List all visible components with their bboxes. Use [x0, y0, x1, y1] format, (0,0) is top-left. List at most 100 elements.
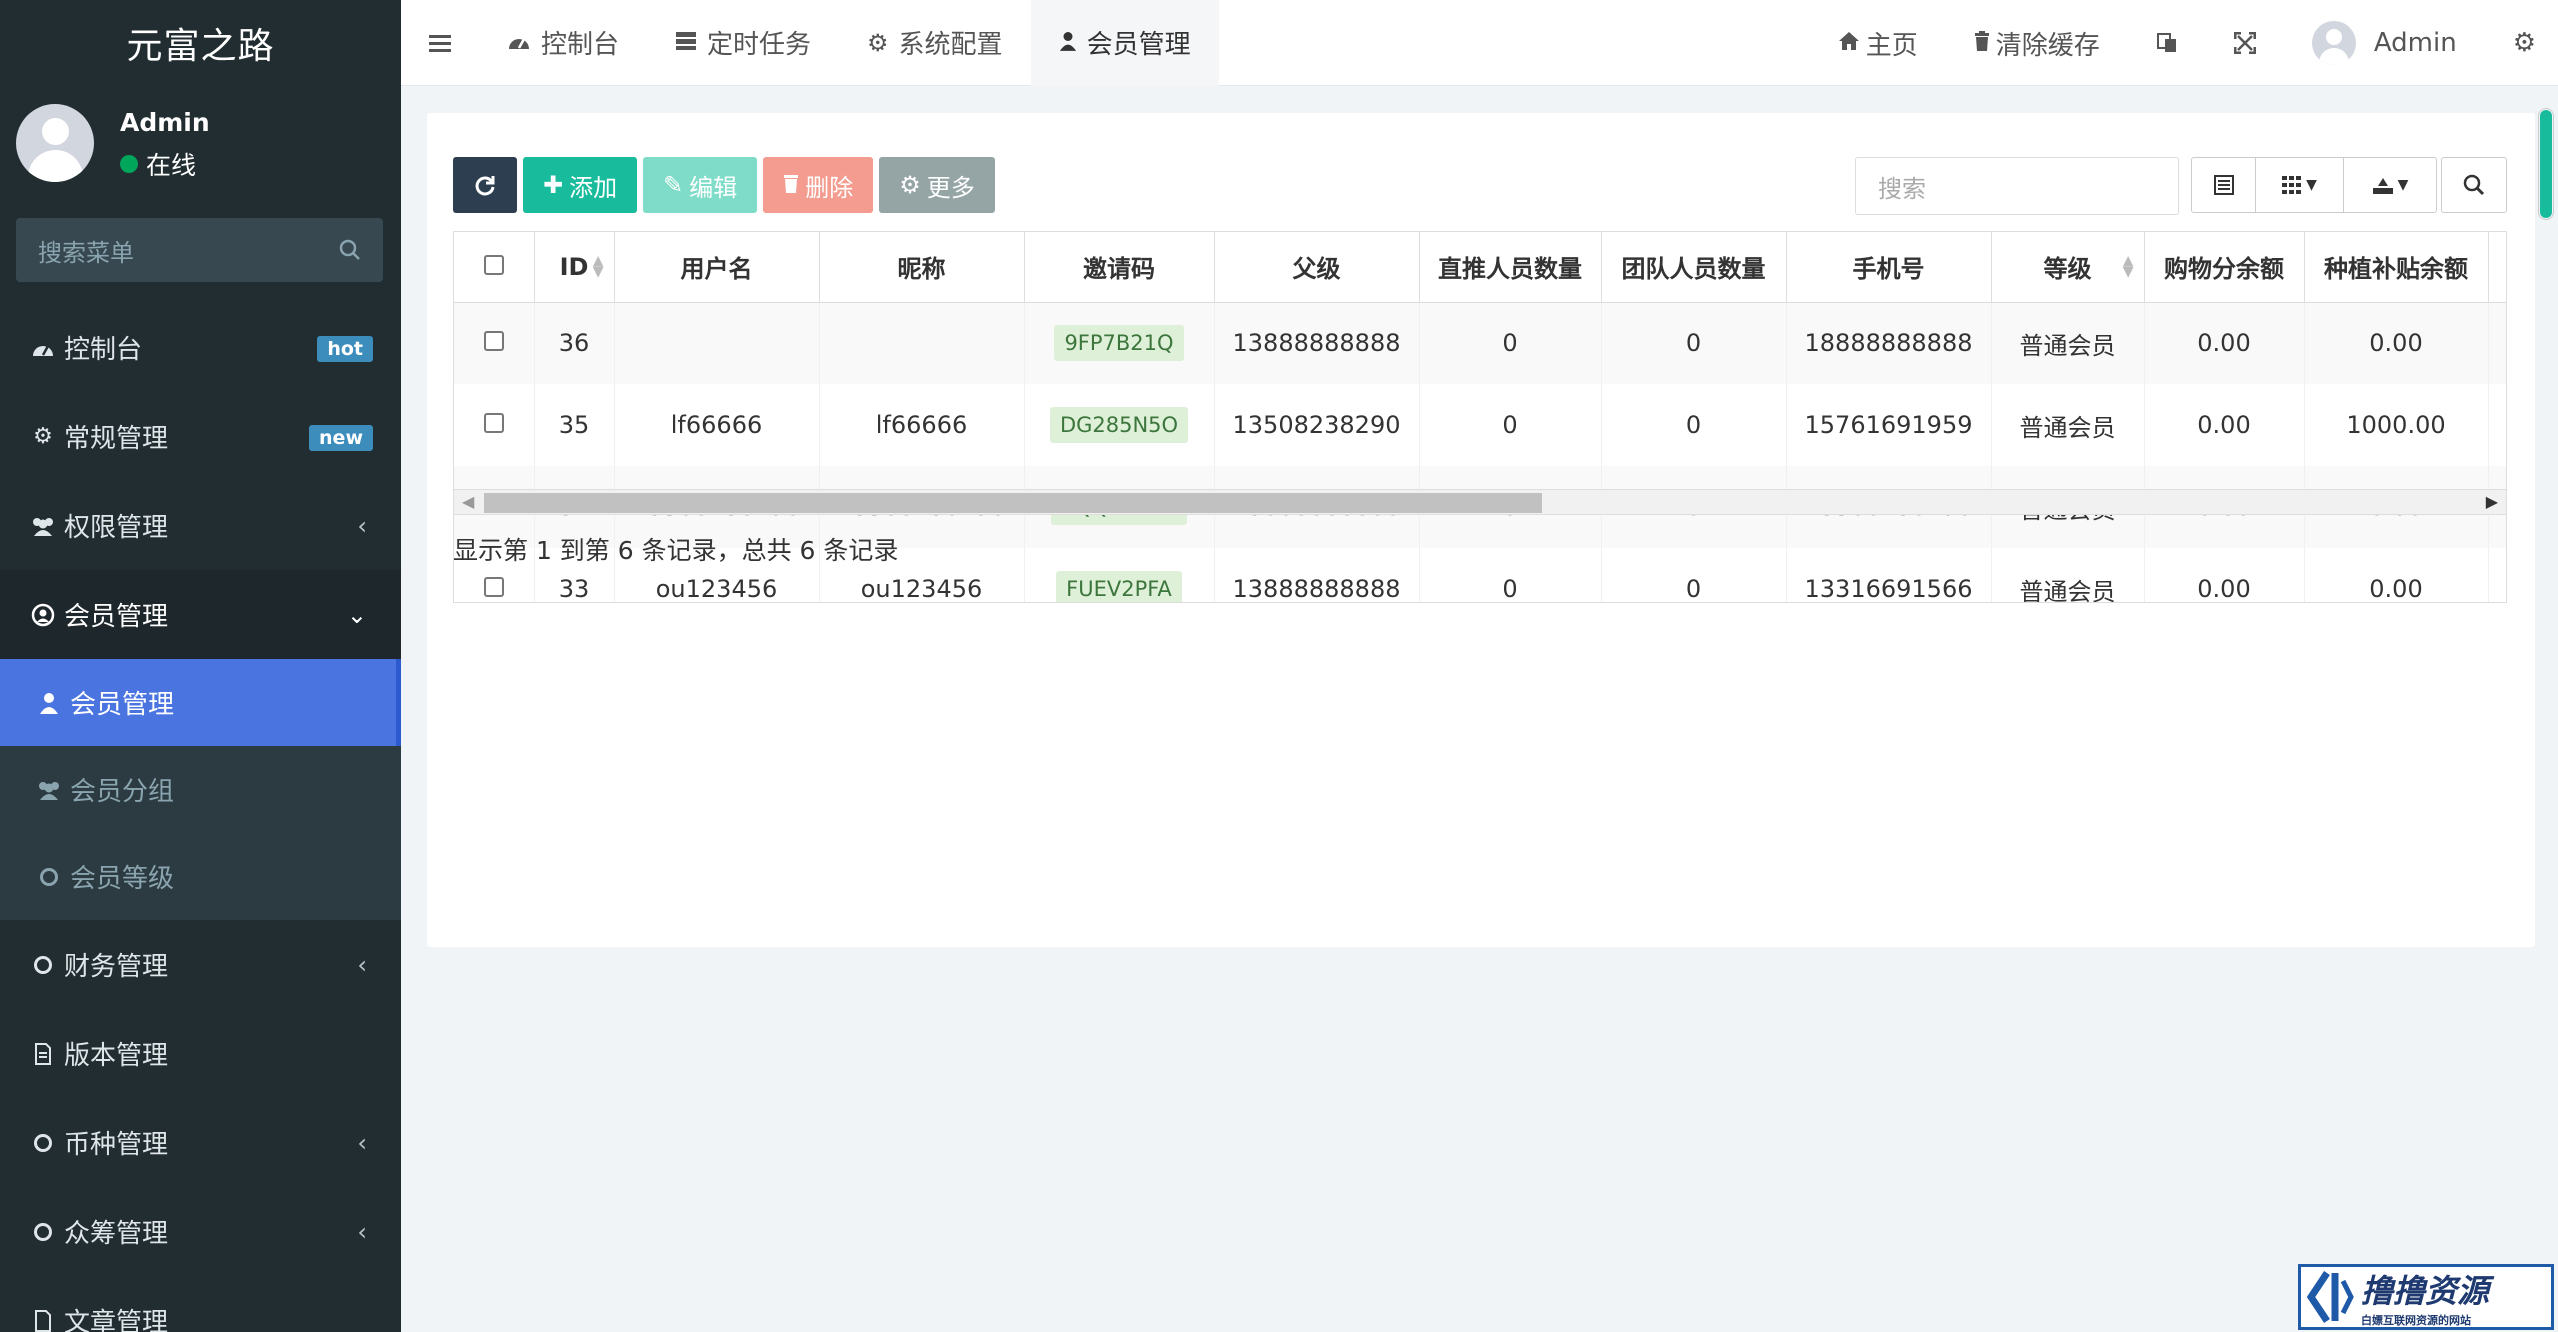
table-cell: 1000.00	[2304, 384, 2489, 466]
table-cell: 0	[1601, 384, 1787, 466]
tab-config[interactable]: ⚙ 系统配置	[839, 0, 1031, 86]
edit-button[interactable]: ✎ 编辑	[643, 157, 758, 213]
table-cell: 13316691566	[1786, 548, 1992, 602]
export-dropdown-button[interactable]: ▼	[2344, 158, 2436, 212]
table-cell: 0.00	[2144, 548, 2305, 602]
scroll-right-icon[interactable]: ▶	[2486, 492, 2498, 511]
table-cell: 0.00	[2144, 302, 2305, 384]
scrollbar-thumb[interactable]	[484, 493, 1542, 513]
tab-cron[interactable]: 定时任务	[647, 0, 839, 86]
add-button[interactable]: ✚ 添加	[523, 157, 638, 213]
sidebar-item-general[interactable]: ⚙ 常规管理 new	[0, 392, 401, 481]
row-checkbox[interactable]	[483, 577, 504, 597]
tab-dashboard[interactable]: 控制台	[479, 0, 647, 86]
overflow-cell	[2488, 384, 2506, 466]
col-invite-code: 邀请码	[1024, 232, 1215, 303]
sidebar-subitem-member-manage[interactable]: 会员管理	[0, 659, 401, 746]
clear-cache-button[interactable]: 清除缓存	[1946, 25, 2128, 62]
file-icon	[28, 1042, 58, 1065]
col-username: 用户名	[614, 232, 820, 303]
row-checkbox-cell[interactable]	[454, 302, 535, 384]
sidebar-item-auth[interactable]: 权限管理 ‹	[0, 481, 401, 570]
search-icon[interactable]	[339, 239, 361, 261]
sort-icon: ▲ ▼	[592, 253, 604, 280]
col-id[interactable]: ID ▲ ▼	[534, 232, 615, 303]
row-checkbox[interactable]	[483, 331, 504, 352]
circle-icon	[28, 1222, 58, 1241]
language-icon[interactable]	[2128, 32, 2206, 54]
table-cell: 13888888888	[1214, 302, 1420, 384]
dashboard-icon	[507, 29, 531, 57]
row-checkbox[interactable]	[483, 413, 504, 433]
invite-code-badge: DG285N5O	[1049, 407, 1189, 443]
chevron-left-icon: ‹	[357, 950, 367, 979]
fullscreen-icon[interactable]	[2206, 32, 2284, 54]
row-checkbox-cell[interactable]	[454, 384, 535, 466]
table-cell: 13508238290	[1214, 384, 1420, 466]
admin-profile[interactable]: Admin	[2284, 21, 2485, 65]
toggle-view-button[interactable]	[2192, 158, 2256, 212]
sidebar-item-currency[interactable]: 币种管理 ‹	[0, 1098, 401, 1187]
sidebar-item-finance[interactable]: 财务管理 ‹	[0, 920, 401, 1009]
online-dot-icon	[120, 155, 138, 173]
user-status: 在线	[120, 146, 196, 182]
col-level[interactable]: 等级 ▲ ▼	[1991, 232, 2145, 303]
watermark-logo: 撸撸资源 白嫖互联网资源的网站	[2298, 1264, 2554, 1330]
scroll-left-icon[interactable]: ◀	[462, 492, 474, 511]
sort-icon: ▲ ▼	[2122, 253, 2134, 280]
select-all-checkbox[interactable]	[483, 254, 504, 275]
search-button[interactable]	[2441, 157, 2507, 213]
sidebar-subitem-member-level[interactable]: 会员等级	[0, 833, 401, 920]
table-cell: lf66666	[819, 384, 1025, 466]
table-row[interactable]: 36 9FP7B21Q 13888888888 0 0 18888888888 普通会员 0.…	[454, 302, 2506, 384]
more-button[interactable]: ⚙ 更多	[879, 157, 995, 213]
sidebar-item-member[interactable]: 会员管理 ⌄	[0, 570, 401, 659]
menu-toggle-icon[interactable]	[401, 0, 479, 86]
list-icon	[2213, 175, 2234, 195]
brand-logo[interactable]: 元富之路	[0, 0, 401, 86]
settings-icon[interactable]: ⚙	[2485, 28, 2558, 58]
col-team-count: 团队人员数量	[1601, 232, 1787, 303]
col-shopping-balance: 购物分余额	[2144, 232, 2305, 303]
sidebar-search-input[interactable]: 搜索菜单	[16, 218, 383, 282]
tab-member[interactable]: 会员管理	[1030, 0, 1219, 86]
user-icon	[1059, 29, 1077, 57]
refresh-button[interactable]	[453, 157, 517, 213]
sidebar-item-dashboard[interactable]: 控制台 hot	[0, 303, 401, 392]
header-right: 主页 清除缓存 Admin ⚙	[1810, 0, 2558, 86]
top-header: 控制台 定时任务 ⚙ 系统配置 会员管理 主页 清除缓存 Admin ⚙	[401, 0, 2558, 86]
page-scrollbar-thumb[interactable]	[2540, 110, 2552, 218]
circle-icon	[28, 955, 58, 974]
sidebar: 元富之路 Admin 在线 搜索菜单 控制台 hot ⚙ 常规管理 new 权限…	[0, 0, 401, 1332]
member-submenu: 会员管理 会员分组 会员等级	[0, 659, 401, 920]
home-link[interactable]: 主页	[1810, 25, 1946, 62]
user-icon	[34, 692, 64, 714]
columns-dropdown-button[interactable]: ▼	[2256, 158, 2344, 212]
table-search-input[interactable]: 搜索	[1855, 157, 2179, 215]
horizontal-scrollbar[interactable]: ◀ ▶	[453, 489, 2507, 515]
grid-icon	[2282, 176, 2302, 194]
chevron-left-icon: ‹	[357, 1128, 367, 1157]
sidebar-item-crowdfund[interactable]: 众筹管理 ‹	[0, 1187, 401, 1276]
home-icon	[1838, 29, 1860, 57]
table-cell: 0.00	[2304, 302, 2489, 384]
table-cell: 普通会员	[1991, 384, 2145, 466]
circle-icon	[34, 867, 64, 886]
invite-code-badge: FUEV2PFA	[1056, 571, 1182, 602]
sidebar-item-version[interactable]: 版本管理	[0, 1009, 401, 1098]
table-cell: 36	[534, 302, 615, 384]
user-name: Admin	[120, 108, 210, 137]
table-cell: 18888888888	[1786, 302, 1992, 384]
table-cell: 0	[1419, 302, 1602, 384]
table-cell: 0	[1419, 548, 1602, 602]
circle-icon	[28, 1133, 58, 1152]
users-icon	[34, 780, 64, 800]
table-cell: 15761691959	[1786, 384, 1992, 466]
delete-button[interactable]: 删除	[763, 157, 874, 213]
table-cell: 0.00	[2144, 384, 2305, 466]
sidebar-item-article[interactable]: 文章管理	[0, 1276, 401, 1332]
select-all-checkbox-cell[interactable]	[454, 232, 535, 303]
table-cell: 9FP7B21Q	[1024, 302, 1215, 384]
sidebar-subitem-member-group[interactable]: 会员分组	[0, 746, 401, 833]
table-row[interactable]: 35 lf66666 lf66666 DG285N5O 13508238290 0 0 157…	[454, 384, 2506, 466]
